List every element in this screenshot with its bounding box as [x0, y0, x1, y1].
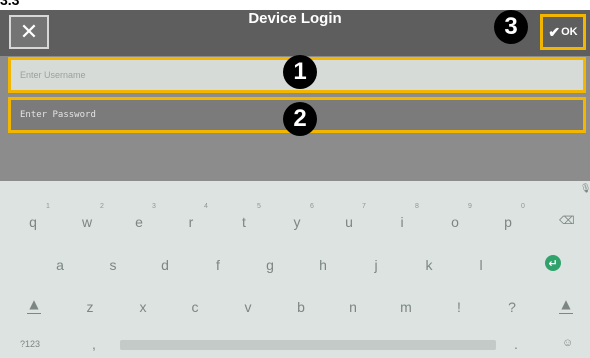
key-g[interactable]: g — [264, 257, 276, 273]
key-d[interactable]: d — [159, 257, 171, 273]
callout-marker-1: 1 — [283, 55, 317, 89]
key-r[interactable]: r — [185, 214, 197, 230]
symbols-key[interactable]: ?123 — [20, 339, 40, 349]
key-z[interactable]: z — [84, 299, 96, 315]
key-a[interactable]: a — [54, 257, 66, 273]
callout-marker-3: 3 — [494, 10, 528, 44]
comma-key[interactable]: , — [92, 336, 96, 352]
key-l[interactable]: l — [475, 257, 487, 273]
on-screen-keyboard — [0, 181, 590, 358]
ok-label: OK — [561, 26, 578, 38]
key-m[interactable]: m — [400, 299, 412, 315]
step-label-text: 3.3 — [0, 0, 20, 8]
key-hint-1: 2 — [100, 203, 104, 210]
key-t[interactable]: t — [238, 214, 250, 230]
callout-marker-2: 2 — [283, 102, 317, 136]
key-i[interactable]: i — [396, 214, 408, 230]
key-h[interactable]: h — [317, 257, 329, 273]
key-c[interactable]: c — [189, 299, 201, 315]
backspace-icon[interactable]: ⌫ — [559, 214, 575, 227]
key-u[interactable]: u — [343, 214, 355, 230]
key-sym-7[interactable]: ! — [453, 299, 465, 315]
key-hint-0: 1 — [46, 203, 50, 210]
key-hint-4: 5 — [257, 203, 261, 210]
username-placeholder: Enter Username — [20, 70, 86, 80]
key-hint-6: 7 — [362, 203, 366, 210]
microphone-icon[interactable]: 🎙 — [580, 183, 590, 194]
period-key[interactable]: . — [514, 336, 518, 352]
key-n[interactable]: n — [347, 299, 359, 315]
key-hint-3: 4 — [204, 203, 208, 210]
key-hint-5: 6 — [310, 203, 314, 210]
key-hint-7: 8 — [415, 203, 419, 210]
key-f[interactable]: f — [212, 257, 224, 273]
password-placeholder: Enter Password — [20, 110, 96, 120]
key-o[interactable]: o — [449, 214, 461, 230]
shift-icon: ▲ — [29, 297, 39, 311]
key-j[interactable]: j — [370, 257, 382, 273]
key-hint-2: 3 — [152, 203, 156, 210]
shift-right-key[interactable]: ▲ — [556, 297, 576, 314]
key-b[interactable]: b — [295, 299, 307, 315]
step-label: 3.3 — [0, 0, 590, 10]
key-x[interactable]: x — [137, 299, 149, 315]
ok-button[interactable]: ✔ OK — [540, 14, 586, 50]
emoji-icon[interactable]: ☺ — [562, 337, 573, 349]
spacebar-key[interactable] — [120, 340, 496, 350]
key-hint-9: 0 — [521, 203, 525, 210]
key-y[interactable]: y — [291, 214, 303, 230]
enter-icon[interactable]: ↵ — [545, 255, 561, 271]
shift-icon: ▲ — [561, 297, 571, 311]
key-sym-8[interactable]: ? — [506, 299, 518, 315]
key-e[interactable]: e — [133, 214, 145, 230]
close-icon: ✕ — [19, 19, 39, 45]
key-s[interactable]: s — [107, 257, 119, 273]
key-q[interactable]: q — [27, 214, 39, 230]
key-v[interactable]: v — [242, 299, 254, 315]
key-hint-8: 9 — [468, 203, 472, 210]
key-p[interactable]: p — [502, 214, 514, 230]
shift-left-key[interactable]: ▲ — [24, 297, 44, 314]
checkmark-icon: ✔ — [548, 23, 561, 40]
key-k[interactable]: k — [423, 257, 435, 273]
close-button[interactable]: ✕ — [9, 15, 49, 49]
key-w[interactable]: w — [81, 214, 93, 230]
